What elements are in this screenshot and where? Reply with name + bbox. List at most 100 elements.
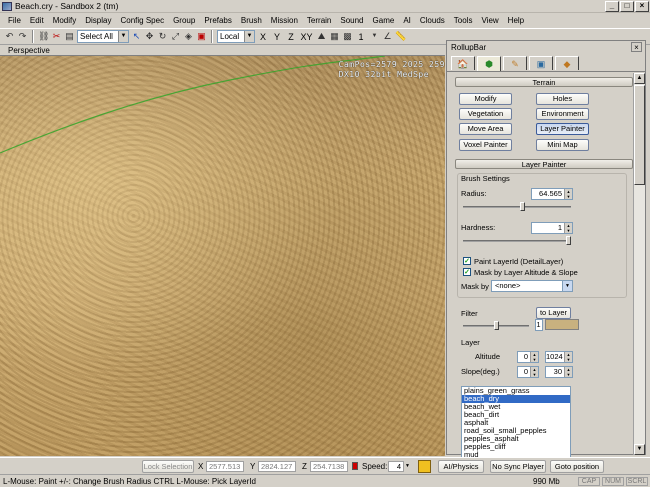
menu-view[interactable]: View xyxy=(481,16,498,25)
lock-selection-button[interactable]: Lock Selection xyxy=(142,460,194,473)
redo-icon[interactable]: ↷ xyxy=(17,31,28,42)
environment-button[interactable]: Environment xyxy=(536,108,589,120)
selection-mask-combo[interactable]: Select All ▼ xyxy=(77,30,129,43)
snap-angle-icon[interactable]: ∠ xyxy=(382,31,393,42)
unlink-icon[interactable]: ✂ xyxy=(51,31,62,42)
viewport-label[interactable]: Perspective xyxy=(8,46,50,55)
filter-slider-thumb[interactable] xyxy=(493,321,499,330)
terrain-follow-icon[interactable]: ⛰ xyxy=(316,31,327,42)
layer-painter-section-header[interactable]: Layer Painter xyxy=(455,159,633,169)
menu-sound[interactable]: Sound xyxy=(340,16,363,25)
menu-terrain[interactable]: Terrain xyxy=(307,16,331,25)
close-button[interactable]: × xyxy=(635,1,649,12)
to-layer-button[interactable]: to Layer xyxy=(536,307,571,319)
hardness-spinner[interactable]: ▲ ▼ xyxy=(564,223,572,233)
perspective-viewport[interactable]: CamPos=2579 2025 259 DX10 32bit MedSpe xyxy=(0,56,445,456)
menu-mission[interactable]: Mission xyxy=(271,16,298,25)
ruler-icon[interactable]: 📏 xyxy=(395,31,406,42)
move-area-button[interactable]: Move Area xyxy=(459,123,512,135)
mask-altitude-checkbox[interactable]: ✓ xyxy=(463,268,471,276)
axis-y-button[interactable]: Y xyxy=(271,32,283,42)
axis-x-button[interactable]: X xyxy=(257,32,269,42)
radius-slider-thumb[interactable] xyxy=(519,202,525,211)
menu-config-spec[interactable]: Config Spec xyxy=(120,16,164,25)
menu-brush[interactable]: Brush xyxy=(241,16,262,25)
scroll-down-icon[interactable]: ▼ xyxy=(634,444,645,455)
radius-input[interactable]: 64.565 ▲ ▼ xyxy=(531,188,573,200)
slope-min-spinner[interactable]: ▲ ▼ xyxy=(530,367,538,377)
filter-color-swatch[interactable] xyxy=(545,319,579,330)
maximize-button[interactable]: □ xyxy=(620,1,634,12)
tab-modelling[interactable]: ✎ xyxy=(503,56,527,70)
x-coord-field[interactable]: 2577.513 xyxy=(206,461,244,472)
tab-display[interactable]: ▣ xyxy=(529,56,553,70)
object-snap-icon[interactable]: ▣ xyxy=(196,31,207,42)
altitude-min-input[interactable]: 0 ▲ ▼ xyxy=(517,351,539,363)
menu-prefabs[interactable]: Prefabs xyxy=(204,16,232,25)
menu-display[interactable]: Display xyxy=(85,16,111,25)
hardness-input[interactable]: 1 ▲ ▼ xyxy=(531,222,573,234)
z-coord-field[interactable]: 254.7138 xyxy=(310,461,348,472)
close-icon[interactable]: × xyxy=(631,42,642,52)
terrain-snap-icon[interactable]: ◈ xyxy=(183,31,194,42)
menu-tools[interactable]: Tools xyxy=(454,16,473,25)
altitude-max-input[interactable]: 1024 ▲ ▼ xyxy=(545,351,573,363)
speed-field[interactable]: 4 xyxy=(388,461,404,472)
axis-xy-button[interactable]: XY xyxy=(299,32,314,42)
folder-icon[interactable] xyxy=(418,460,431,473)
rollup-scrollbar[interactable]: ▲ ▼ xyxy=(633,73,645,455)
hardness-slider-track[interactable] xyxy=(463,240,571,242)
scale-icon[interactable]: ⤢ xyxy=(170,31,181,42)
terrain-section-header[interactable]: Terrain xyxy=(455,77,633,87)
coord-system-combo[interactable]: Local ▼ xyxy=(217,30,255,43)
slope-max-input[interactable]: 30 ▲ ▼ xyxy=(545,366,573,378)
voxel-painter-button[interactable]: Voxel Painter xyxy=(459,139,512,151)
altitude-min-spinner[interactable]: ▲ ▼ xyxy=(530,352,538,362)
menu-clouds[interactable]: Clouds xyxy=(420,16,445,25)
tab-objects[interactable]: 🏠 xyxy=(451,56,475,70)
menu-help[interactable]: Help xyxy=(508,16,524,25)
scroll-thumb[interactable] xyxy=(634,85,645,185)
goto-position-button[interactable]: Goto position xyxy=(550,460,604,473)
menu-file[interactable]: File xyxy=(8,16,21,25)
mask-by-combo[interactable]: <none> ▼ xyxy=(491,280,573,292)
ai-physics-button[interactable]: AI/Physics xyxy=(438,460,484,473)
vegetation-button[interactable]: Vegetation xyxy=(459,108,512,120)
speed-spinner-icon[interactable]: ▼ xyxy=(405,463,410,469)
link-icon[interactable]: ⛓ xyxy=(38,31,49,42)
menu-game[interactable]: Game xyxy=(373,16,395,25)
radius-slider-track[interactable] xyxy=(463,206,571,208)
move-icon[interactable]: ✥ xyxy=(144,31,155,42)
chevron-down-icon[interactable]: ▼ xyxy=(369,31,380,42)
menu-modify[interactable]: Modify xyxy=(53,16,77,25)
holes-button[interactable]: Holes xyxy=(536,93,589,105)
display-grid-icon[interactable]: ▩ xyxy=(342,31,353,42)
no-sync-player-button[interactable]: No Sync Player xyxy=(490,460,546,473)
slope-min-input[interactable]: 0 ▲ ▼ xyxy=(517,366,539,378)
y-coord-field[interactable]: 2824.127 xyxy=(258,461,296,472)
altitude-max-spinner[interactable]: ▲ ▼ xyxy=(564,352,572,362)
menu-ai[interactable]: AI xyxy=(403,16,411,25)
tab-terrain[interactable]: ⬢ xyxy=(477,56,501,71)
radius-spinner[interactable]: ▲ ▼ xyxy=(564,189,572,199)
slope-max-spinner[interactable]: ▲ ▼ xyxy=(564,367,572,377)
grid-toggle-icon[interactable]: ▦ xyxy=(329,31,340,42)
menu-edit[interactable]: Edit xyxy=(30,16,44,25)
scroll-up-icon[interactable]: ▲ xyxy=(634,73,645,84)
layer-combo[interactable]: 1 xyxy=(355,32,367,42)
axis-z-button[interactable]: Z xyxy=(285,32,297,42)
hardness-slider-thumb[interactable] xyxy=(566,236,571,245)
modify-button[interactable]: Modify xyxy=(459,93,512,105)
filter-value-box[interactable]: 1 xyxy=(535,319,543,331)
speed-lock-icon[interactable] xyxy=(352,462,358,470)
paint-layer-checkbox[interactable]: ✓ xyxy=(463,257,471,265)
select-cursor-icon[interactable]: ↖ xyxy=(131,31,142,42)
mini-map-button[interactable]: Mini Map xyxy=(536,139,589,151)
undo-icon[interactable]: ↶ xyxy=(4,31,15,42)
menu-group[interactable]: Group xyxy=(173,16,195,25)
layer-list[interactable]: plains_green_grass beach_dry beach_wet b… xyxy=(461,386,571,458)
rotate-icon[interactable]: ↻ xyxy=(157,31,168,42)
layer-painter-button[interactable]: Layer Painter xyxy=(536,123,589,135)
minimize-button[interactable]: _ xyxy=(605,1,619,12)
tab-layers[interactable]: ◆ xyxy=(555,56,579,70)
